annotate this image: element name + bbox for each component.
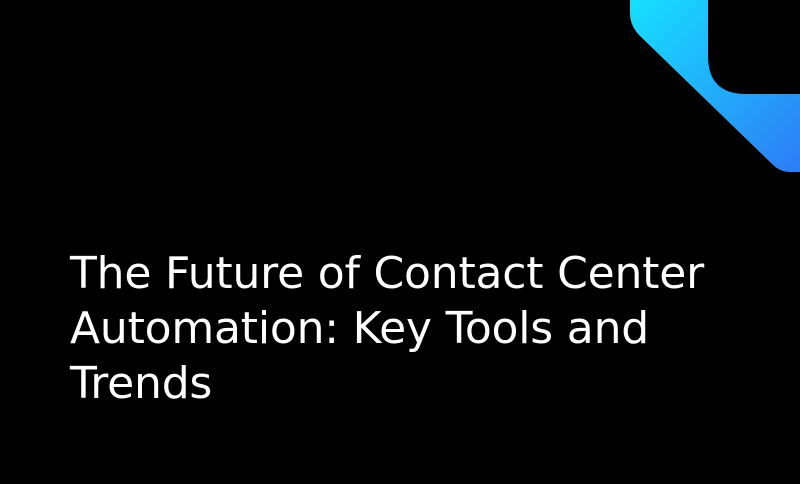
page-title: The Future of Contact Center Automation:… xyxy=(70,248,704,409)
corner-chevron-graphic xyxy=(630,0,800,172)
hero-banner: The Future of Contact Center Automation:… xyxy=(0,0,800,484)
corner-chevron-shape xyxy=(630,0,800,172)
